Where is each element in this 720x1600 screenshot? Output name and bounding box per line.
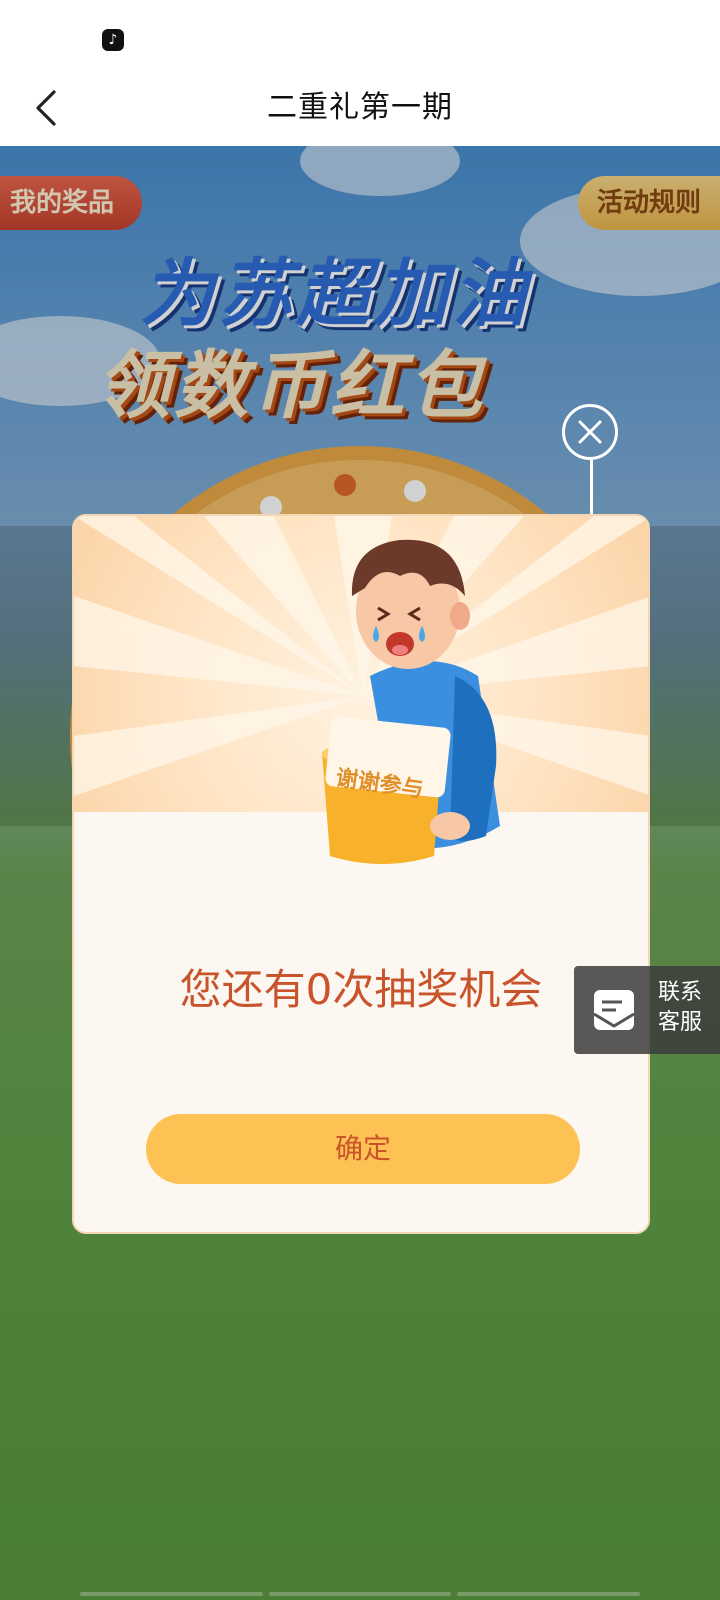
tiktok-icon: ♪ [102,29,124,51]
nav-bar: 二重礼第一期 [0,70,720,147]
bottom-indicator [80,1592,641,1596]
close-icon [578,420,602,444]
page-title: 二重礼第一期 [267,90,453,125]
indicator-segment [80,1592,263,1596]
close-connector-line [590,460,593,514]
close-button[interactable] [562,404,618,460]
mail-icon [593,990,635,1030]
customer-service-button[interactable]: 联系客服 [574,966,720,1054]
confirm-button[interactable]: 确定 [146,1114,580,1184]
indicator-segment [268,1592,452,1596]
result-dialog: 谢谢参与 您还有0次抽奖机会 确定 [72,514,650,1234]
indicator-segment [457,1592,641,1596]
status-bar: ♪ [0,0,720,70]
remaining-chances-message: 您还有0次抽奖机会 [179,965,543,1014]
customer-service-label: 联系客服 [658,980,703,1035]
crying-mascot-illustration [322,539,500,864]
